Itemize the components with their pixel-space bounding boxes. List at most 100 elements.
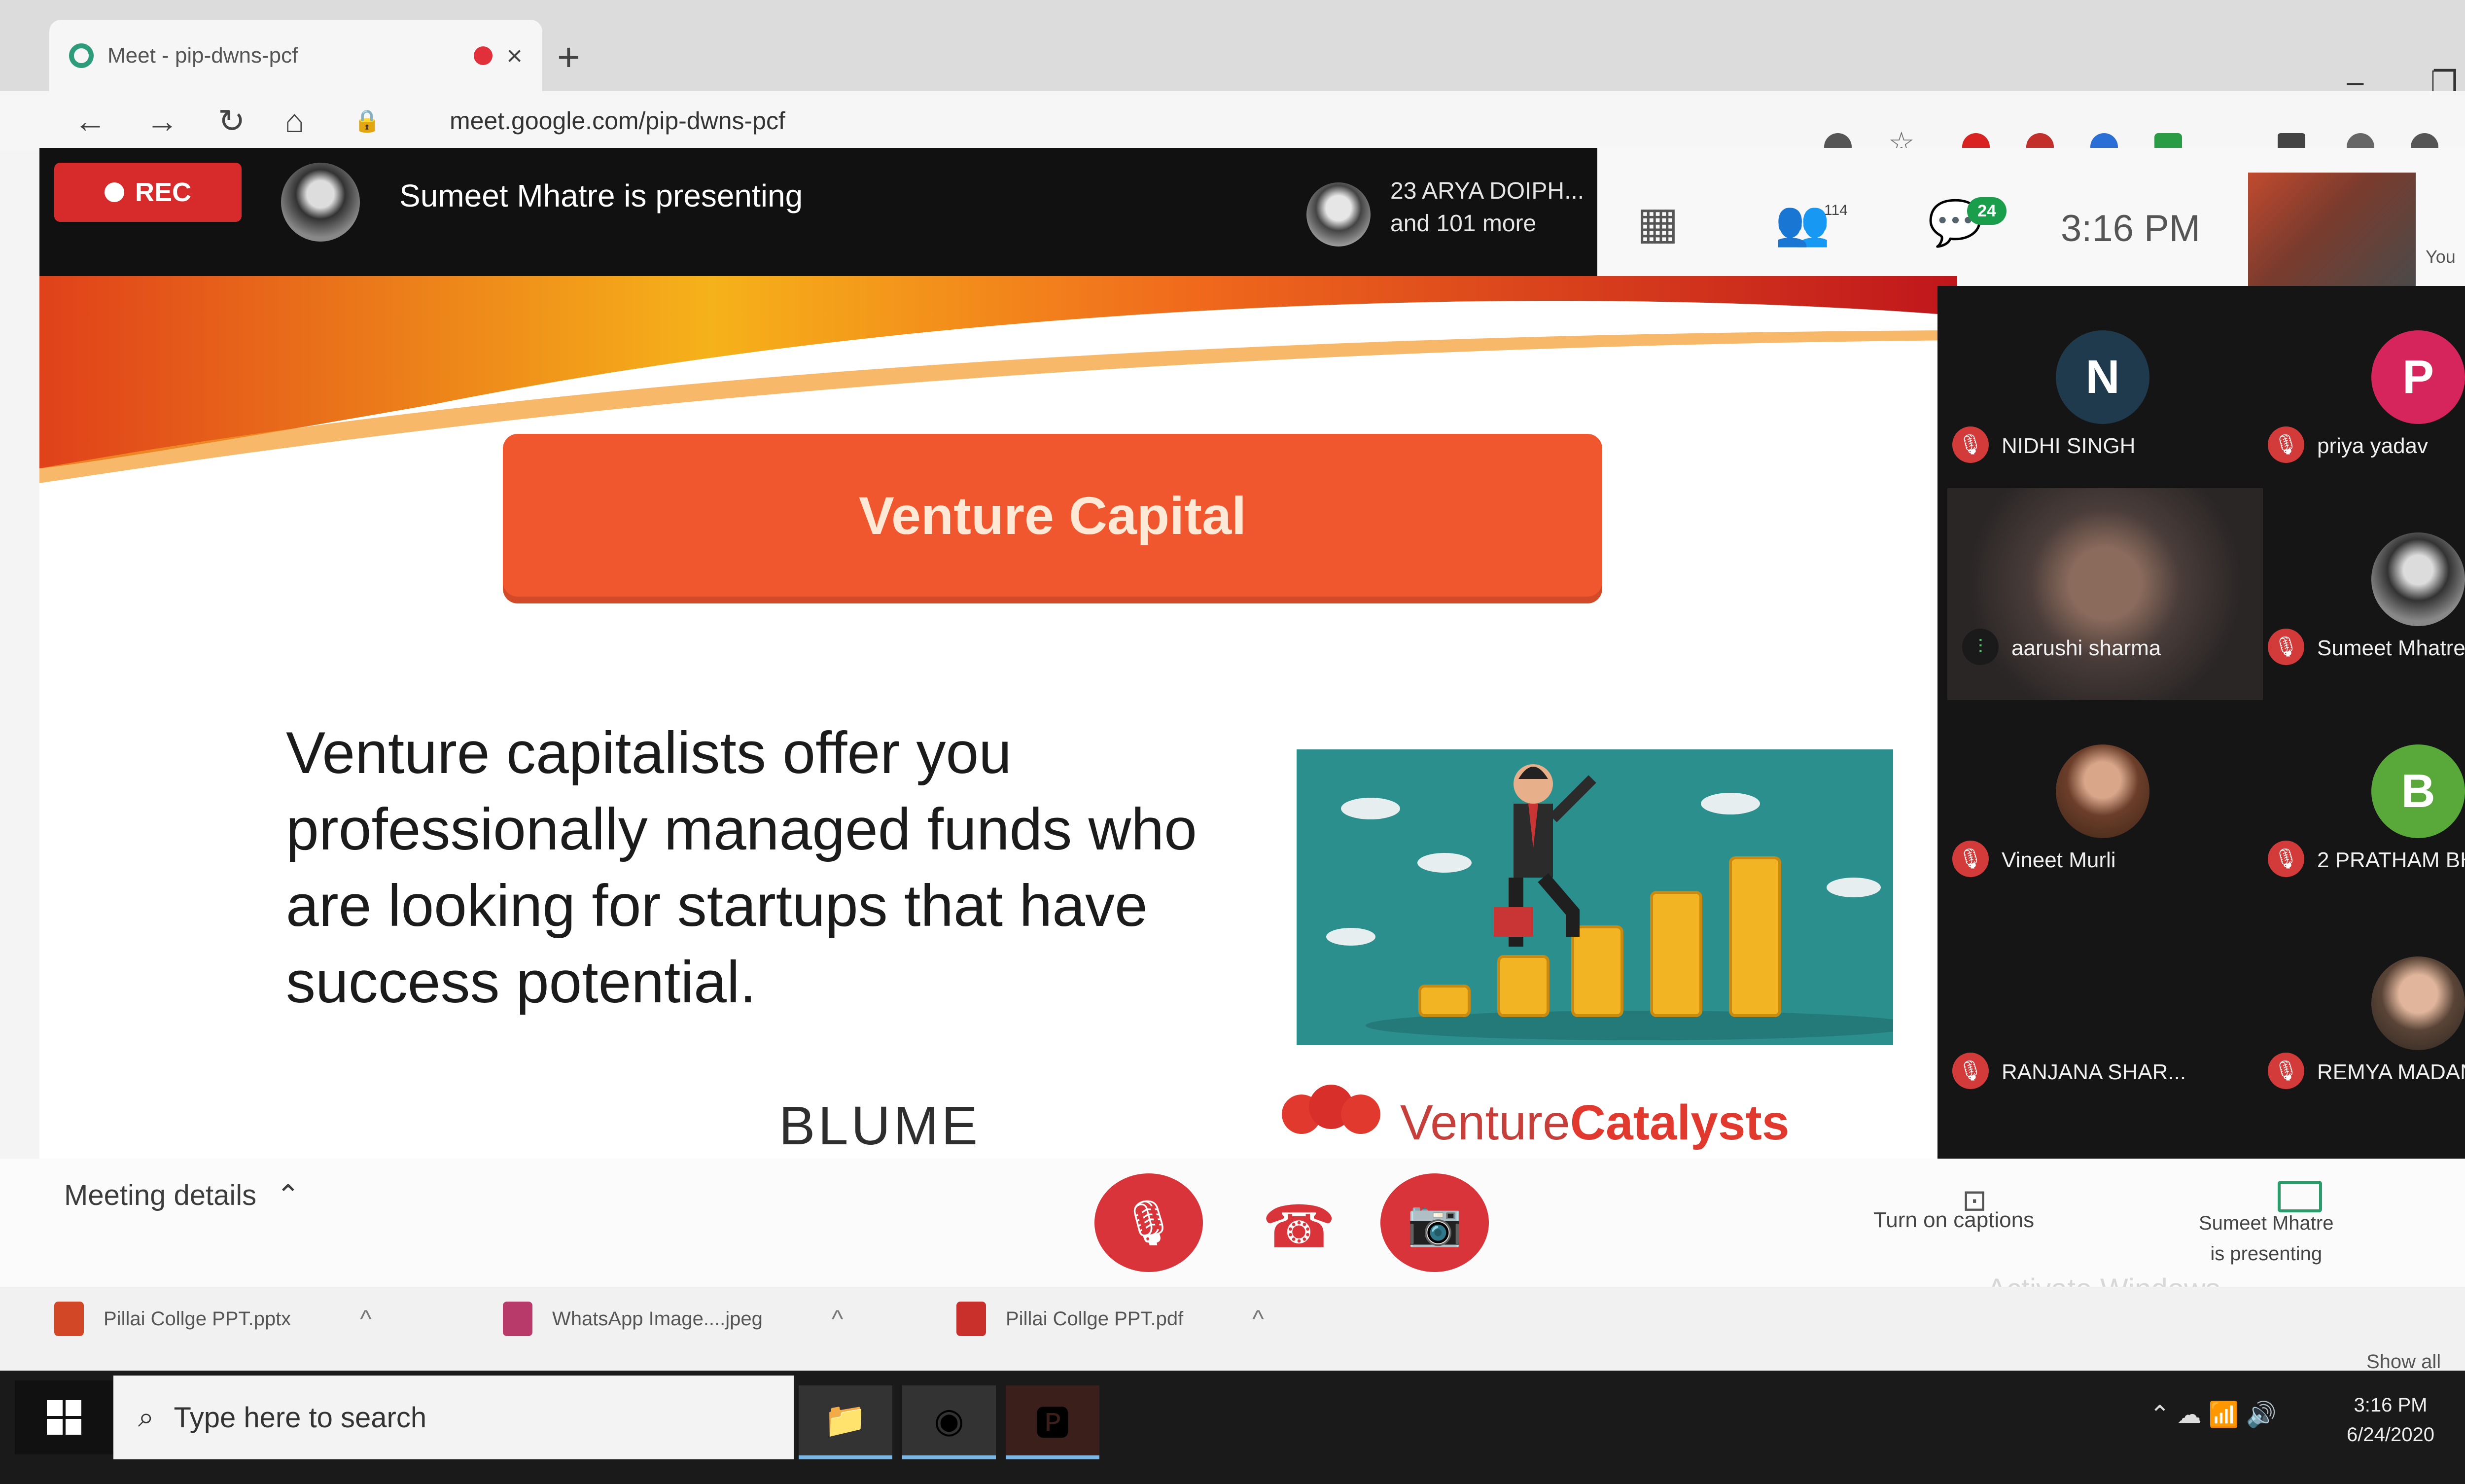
- chevron-up-icon[interactable]: ^: [1252, 1305, 1264, 1333]
- show-all-downloads-link[interactable]: Show all: [2366, 1351, 2441, 1373]
- search-placeholder: Type here to search: [174, 1401, 427, 1434]
- muted-mic-icon: 🎙: [2268, 629, 2304, 665]
- participant-name: Vineet Murli: [2002, 848, 2116, 872]
- participant-tile[interactable]: 🎙 REMYA MADAN ...: [2253, 912, 2465, 1124]
- mic-off-icon: 🎙: [1120, 1198, 1177, 1248]
- participant-name: Sumeet Mhatre: [2317, 636, 2465, 660]
- chevron-up-icon[interactable]: ^: [832, 1305, 843, 1333]
- venture-catalysts-logo: VentureCatalysts: [1400, 1095, 1789, 1151]
- browser-tabstrip: Meet - pip-dwns-pcf × + – ❐ ✕: [0, 0, 2465, 100]
- tab-close-icon[interactable]: ×: [506, 39, 523, 71]
- meeting-clock: 3:16 PM: [2061, 208, 2201, 249]
- reload-icon[interactable]: ↻: [218, 102, 245, 140]
- participant-tile[interactable]: B 🎙 2 PRATHAM BH...: [2253, 700, 2465, 912]
- muted-mic-icon: 🎙: [1952, 426, 1989, 463]
- powerpoint-icon[interactable]: 🅿: [1006, 1385, 1099, 1459]
- growth-illustration: [1297, 749, 1893, 1045]
- muted-mic-icon: 🎙: [2268, 841, 2304, 877]
- forward-icon[interactable]: →: [146, 102, 178, 140]
- download-filename: WhatsApp Image....jpeg: [552, 1307, 763, 1330]
- logo-brand: Catalysts: [1570, 1095, 1790, 1150]
- download-item[interactable]: Pillai Collge PPT.pdf ^: [956, 1302, 1264, 1336]
- participant-tile[interactable]: N 🎙 NIDHI SINGH: [1937, 286, 2253, 498]
- taskbar-time: 3:16 PM: [2354, 1394, 2428, 1416]
- slide-body-text: Venture capitalists offer you profession…: [286, 720, 1197, 1015]
- rec-label: REC: [135, 177, 191, 207]
- slide-title-banner: Venture Capital: [503, 434, 1602, 597]
- participant-avatar: [2371, 532, 2465, 626]
- download-item[interactable]: WhatsApp Image....jpeg ^: [503, 1302, 843, 1336]
- presentation-thumbnail[interactable]: [2248, 173, 2416, 286]
- mic-toggle-button[interactable]: 🎙: [1094, 1173, 1203, 1272]
- address-bar[interactable]: meet.google.com/pip-dwns-pcf: [450, 106, 785, 135]
- participants-line2: and 101 more: [1390, 211, 1537, 237]
- download-shelf: Pillai Collge PPT.pptx ^ WhatsApp Image.…: [0, 1287, 2465, 1373]
- new-tab-button[interactable]: +: [557, 35, 580, 80]
- you-label: You: [2426, 247, 2456, 267]
- participant-tile[interactable]: P 🎙 priya yadav: [2253, 286, 2465, 498]
- recording-badge[interactable]: REC: [54, 163, 242, 222]
- taskbar-search-box[interactable]: ⌕ Type here to search: [113, 1376, 794, 1459]
- participant-grid: N 🎙 NIDHI SINGH P 🎙 priya yadav ⫶ aarush…: [1937, 286, 2465, 1183]
- slide-title: Venture Capital: [858, 485, 1247, 545]
- recording-indicator-icon: [474, 46, 493, 65]
- camera-toggle-button[interactable]: 📷: [1380, 1173, 1489, 1272]
- browser-tab[interactable]: Meet - pip-dwns-pcf ×: [49, 20, 542, 91]
- search-icon: ⌕: [138, 1401, 154, 1433]
- venture-catalysts-logo-icon: [1282, 1085, 1380, 1134]
- chat-count-badge: 24: [1967, 197, 2007, 225]
- file-explorer-icon[interactable]: 📁: [799, 1385, 892, 1459]
- lock-icon[interactable]: 🔒: [353, 108, 381, 134]
- muted-mic-icon: 🎙: [1952, 841, 1989, 877]
- participant-name: 2 PRATHAM BH...: [2317, 848, 2465, 872]
- system-tray-icons[interactable]: ⌃ ☁ 📶 🔊: [2149, 1400, 2277, 1429]
- participant-name: NIDHI SINGH: [2002, 434, 2136, 458]
- participant-tile[interactable]: 🎙 Vineet Murli: [1937, 700, 2253, 912]
- camera-off-icon: 📷: [1407, 1198, 1463, 1248]
- image-file-icon: [503, 1302, 532, 1336]
- meeting-details-button[interactable]: Meeting details ⌃: [64, 1178, 300, 1212]
- windows-taskbar: ⌕ Type here to search 📁 ◉ 🅿 ⌃ ☁ 📶 🔊 3:16…: [0, 1371, 2465, 1484]
- present-line2: is presenting: [2210, 1243, 2323, 1265]
- participant-avatar: B: [2371, 744, 2465, 838]
- participants-summary[interactable]: 23 ARYA DOIPH... and 101 more: [1390, 175, 1584, 240]
- participant-tile[interactable]: 🎙 RANJANA SHAR...: [1937, 912, 2253, 1124]
- participant-video-tile[interactable]: ⫶ aarushi sharma: [1947, 488, 2263, 700]
- people-count: 114: [1824, 202, 1848, 218]
- participant-name: aarushi sharma: [2011, 636, 2161, 660]
- download-item[interactable]: Pillai Collge PPT.pptx ^: [54, 1302, 372, 1336]
- layout-grid-icon[interactable]: ▦: [1637, 197, 1679, 249]
- chevron-up-icon[interactable]: ^: [360, 1305, 371, 1333]
- chevron-up-icon: ⌃: [276, 1179, 300, 1211]
- meet-favicon-icon: [69, 43, 94, 68]
- muted-mic-icon: 🎙: [2268, 426, 2304, 463]
- logo-prefix: Venture: [1400, 1095, 1570, 1150]
- pdf-file-icon: [956, 1302, 986, 1336]
- meeting-details-label: Meeting details: [64, 1179, 257, 1211]
- record-dot-icon: [104, 182, 124, 202]
- taskbar-date: 6/24/2020: [2347, 1424, 2434, 1446]
- people-icon[interactable]: 👥: [1775, 197, 1830, 249]
- back-icon[interactable]: ←: [74, 102, 106, 140]
- participant-avatar: P: [2371, 330, 2465, 424]
- meet-top-bar: REC Sumeet Mhatre is presenting 23 ARYA …: [39, 148, 1597, 276]
- taskbar-clock[interactable]: 3:16 PM 6/24/2020: [2347, 1390, 2434, 1449]
- participant-avatar: [2056, 744, 2149, 838]
- present-now-button[interactable]: Sumeet Mhatre is presenting: [2199, 1208, 2333, 1269]
- download-filename: Pillai Collge PPT.pdf: [1006, 1307, 1184, 1330]
- participant-name: priya yadav: [2317, 434, 2429, 458]
- start-button[interactable]: [15, 1380, 113, 1454]
- captions-button[interactable]: Turn on captions: [1873, 1208, 2034, 1233]
- participant-avatar: N: [2056, 330, 2149, 424]
- blume-logo: BLUME: [779, 1095, 981, 1156]
- participant-name: REMYA MADAN ...: [2317, 1060, 2465, 1084]
- leave-call-button[interactable]: ☎: [1262, 1193, 1336, 1262]
- tab-title: Meet - pip-dwns-pcf: [107, 43, 298, 68]
- pptx-file-icon: [54, 1302, 84, 1336]
- chrome-icon[interactable]: ◉: [902, 1385, 996, 1459]
- participant-avatar: [2371, 956, 2465, 1050]
- speaking-indicator-icon: ⫶: [1962, 629, 1999, 665]
- meet-right-toolbar: ▦ 👥 114 💬 24 3:16 PM You: [1597, 148, 2465, 286]
- home-icon[interactable]: ⌂: [284, 102, 304, 140]
- participant-tile[interactable]: 🎙 Sumeet Mhatre: [2253, 488, 2465, 700]
